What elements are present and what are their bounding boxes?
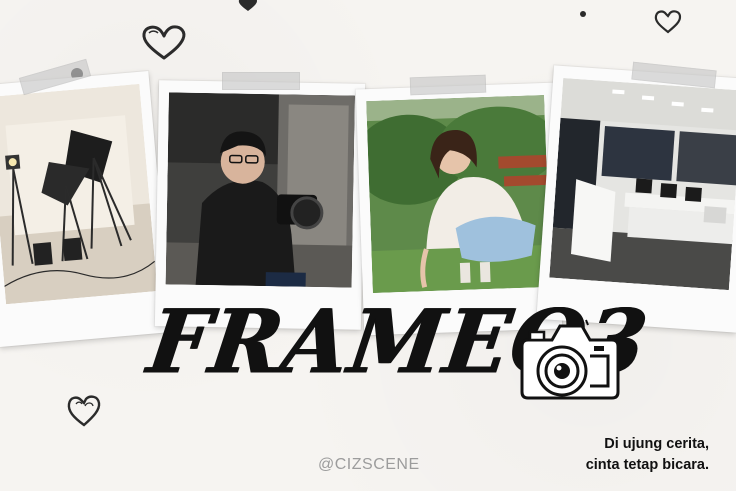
photographer-photo — [165, 92, 355, 288]
studio-image — [0, 83, 158, 305]
office-image — [549, 78, 736, 291]
heart-icon — [654, 10, 682, 34]
camera-icon — [520, 318, 620, 400]
heart-icon — [67, 395, 101, 427]
tape — [222, 72, 300, 90]
tagline-line-1: Di ujung cerita, — [604, 436, 709, 452]
polaroid-studio — [0, 71, 172, 347]
garden-photo — [366, 94, 551, 294]
garden-image — [366, 94, 551, 294]
office-photo — [549, 78, 736, 291]
tape — [409, 74, 487, 96]
studio-photo — [0, 83, 158, 305]
photographer-image — [165, 92, 355, 288]
decor-dot — [580, 11, 586, 17]
tagline: Di ujung cerita, cinta tetap bicara. — [586, 434, 709, 476]
social-handle: @CIZSCENE — [318, 456, 420, 473]
tagline-line-2: cinta tetap bicara. — [585, 457, 709, 473]
heart-icon — [142, 25, 186, 60]
heart-icon — [238, 0, 257, 11]
